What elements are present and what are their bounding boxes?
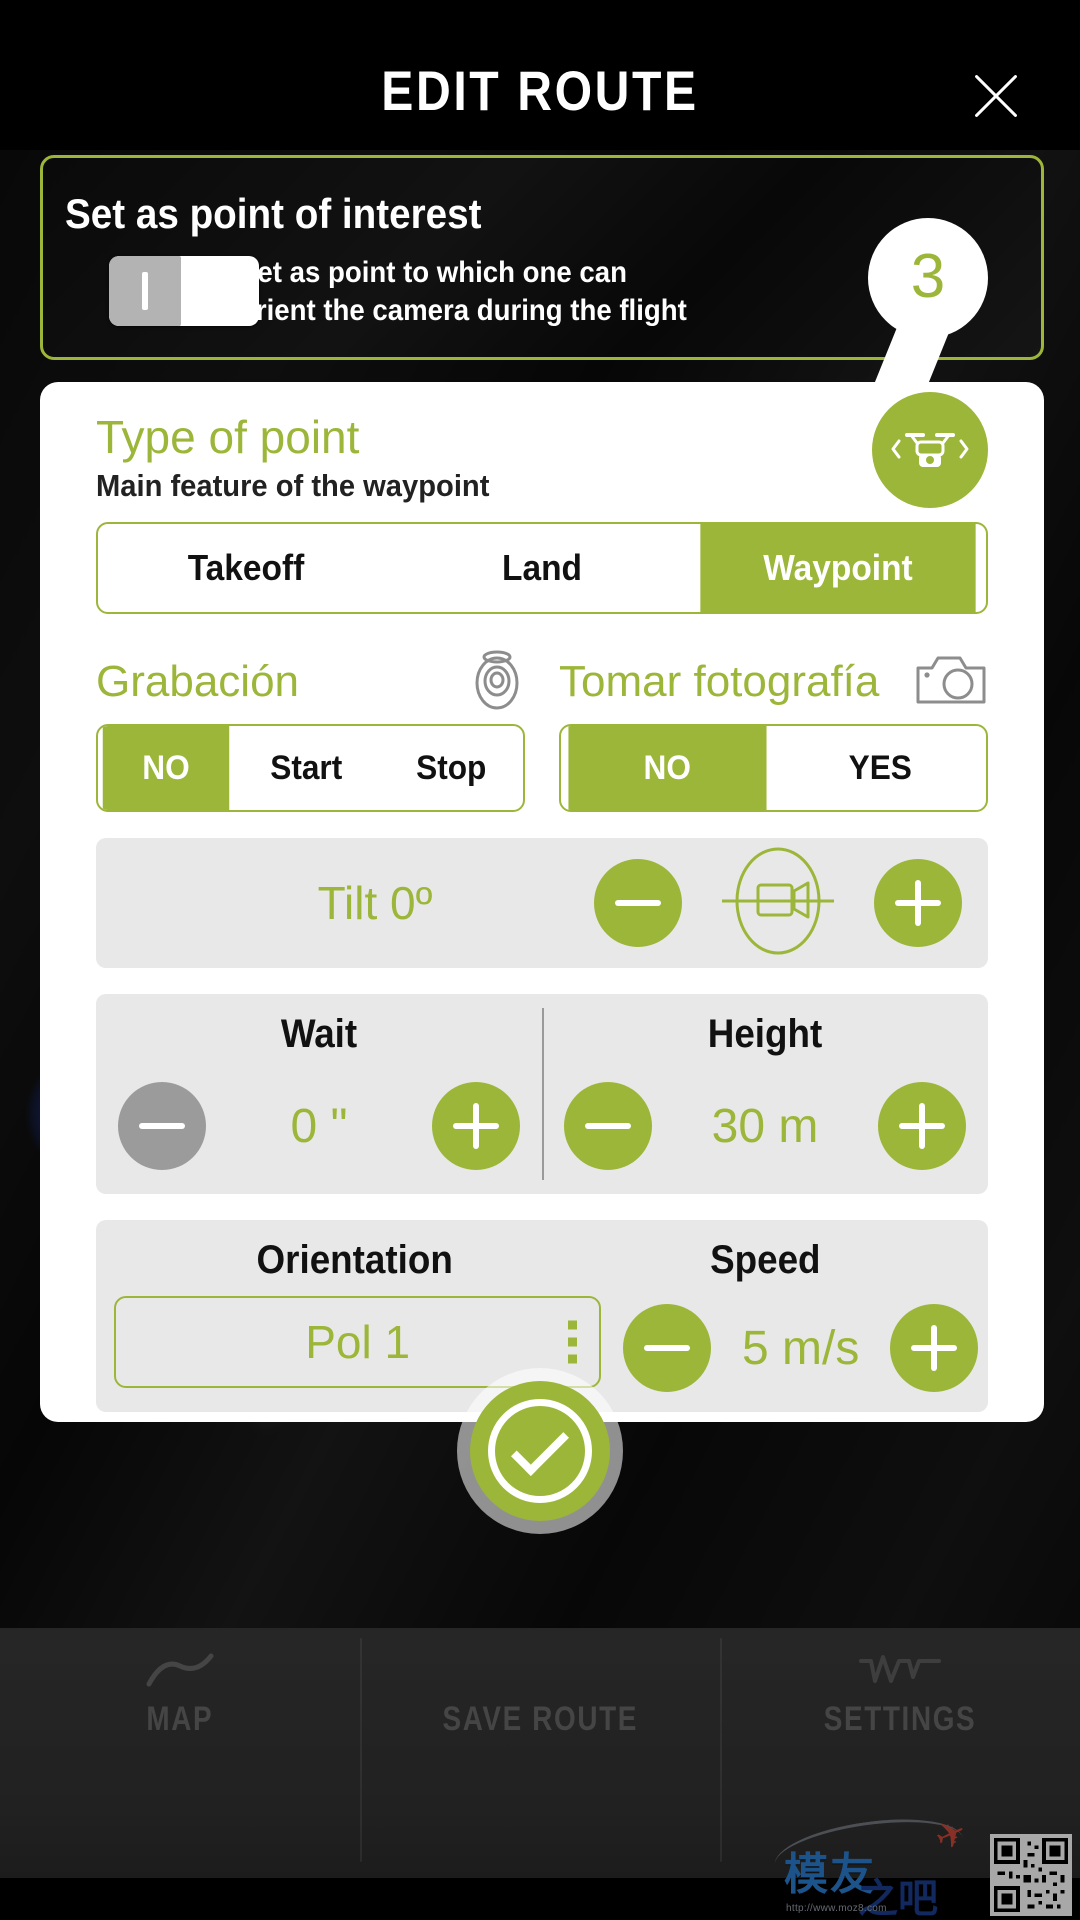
confirm-save-button[interactable] bbox=[457, 1368, 623, 1534]
kebab-menu-icon[interactable] bbox=[568, 1320, 578, 1364]
recording-option-start[interactable]: Start bbox=[239, 726, 373, 810]
check-circle-icon bbox=[470, 1381, 610, 1521]
photo-group: Tomar fotografía NO YES bbox=[559, 650, 988, 812]
height-group: Height 30 m bbox=[542, 994, 988, 1194]
gimbal-camera-icon bbox=[716, 843, 840, 964]
video-reel-icon bbox=[469, 649, 525, 716]
photo-option-yes[interactable]: YES bbox=[781, 726, 979, 810]
wait-height-panel: Wait 0 " Height 30 m bbox=[96, 994, 988, 1194]
edit-point-sheet: Type of point Main feature of the waypoi… bbox=[40, 382, 1044, 1422]
wait-label: Wait bbox=[280, 1012, 358, 1056]
recording-group: Grabación NO Start Stop bbox=[96, 650, 525, 812]
recording-option-stop[interactable]: Stop bbox=[384, 726, 518, 810]
segment-land[interactable]: Land bbox=[404, 524, 679, 612]
tilt-decrease-button[interactable] bbox=[594, 859, 682, 947]
segment-takeoff[interactable]: Takeoff bbox=[108, 524, 383, 612]
media-options-row: Grabación NO Start Stop Tomar fotografía… bbox=[96, 650, 988, 812]
wait-decrease-button[interactable] bbox=[118, 1082, 206, 1170]
recording-option-no[interactable]: NO bbox=[102, 726, 230, 810]
close-icon[interactable] bbox=[964, 64, 1028, 128]
speed-value: 5 m/s bbox=[742, 1321, 860, 1375]
point-of-interest-title: Set as point of interest bbox=[65, 190, 482, 237]
type-of-point-title: Type of point bbox=[96, 411, 360, 463]
height-increase-button[interactable] bbox=[878, 1082, 966, 1170]
wait-increase-button[interactable] bbox=[432, 1082, 520, 1170]
app-screen: MAP SAVE ROUTE SETTINGS ✈ 模友 之吧 http://w… bbox=[0, 0, 1080, 1920]
speed-increase-button[interactable] bbox=[890, 1304, 979, 1392]
type-of-point-section: Type of point Main feature of the waypoi… bbox=[96, 382, 988, 522]
photo-label: Tomar fotografía bbox=[559, 657, 880, 706]
tilt-label: Tilt 0º bbox=[317, 877, 433, 929]
drone-icon bbox=[891, 433, 969, 467]
speed-label: Speed bbox=[710, 1238, 821, 1282]
point-of-interest-toggle[interactable] bbox=[109, 256, 259, 326]
tilt-increase-button[interactable] bbox=[874, 859, 962, 947]
tilt-panel: Tilt 0º bbox=[96, 838, 988, 968]
photo-option-no[interactable]: NO bbox=[568, 726, 767, 810]
type-of-point-subtitle: Main feature of the waypoint bbox=[96, 468, 490, 503]
modal-header: EDIT ROUTE bbox=[0, 0, 1080, 150]
page-title: EDIT ROUTE bbox=[381, 59, 699, 122]
waypoint-marker[interactable]: 3 bbox=[868, 218, 988, 350]
height-decrease-button[interactable] bbox=[564, 1082, 652, 1170]
height-value: 30 m bbox=[711, 1099, 819, 1153]
speed-group: Speed 5 m/s bbox=[613, 1220, 988, 1412]
recording-label: Grabación bbox=[96, 657, 300, 706]
wait-group: Wait 0 " bbox=[96, 994, 542, 1194]
height-label: Height bbox=[707, 1012, 823, 1056]
speed-decrease-button[interactable] bbox=[623, 1304, 712, 1392]
marker-circle: 3 bbox=[868, 218, 988, 338]
orientation-value: Pol 1 bbox=[305, 1316, 411, 1368]
segment-waypoint[interactable]: Waypoint bbox=[700, 524, 976, 612]
type-of-point-segmented-control[interactable]: Takeoff Land Waypoint bbox=[96, 522, 988, 614]
point-of-interest-description: Set as point to which one can orient the… bbox=[239, 256, 687, 328]
recording-segmented-control[interactable]: NO Start Stop bbox=[96, 724, 525, 812]
camera-icon bbox=[914, 652, 988, 713]
wait-value: 0 " bbox=[290, 1099, 348, 1153]
marker-number: 3 bbox=[910, 241, 946, 311]
toggle-knob bbox=[109, 256, 181, 326]
photo-segmented-control[interactable]: NO YES bbox=[559, 724, 988, 812]
drone-selector-button[interactable] bbox=[872, 392, 988, 508]
orientation-label: Orientation bbox=[256, 1238, 453, 1282]
